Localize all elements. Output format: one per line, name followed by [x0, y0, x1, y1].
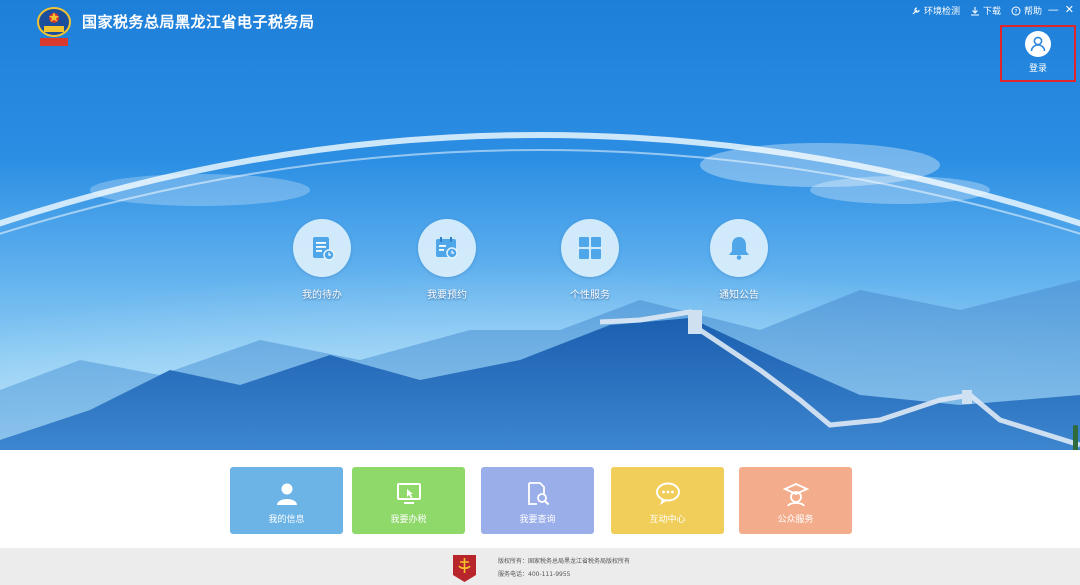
tile-label: 我要查询: [519, 515, 556, 525]
tile-label: 公众服务: [777, 515, 814, 525]
bell-icon: [710, 219, 768, 277]
window-controls: — ✕: [1048, 3, 1074, 16]
top-toolbar: 环境检测 下载 ? 帮助: [911, 4, 1042, 17]
footer: 版权所有：国家税务总局黑龙江省税务局版权所有 服务电话：400-111-9955: [0, 548, 1080, 585]
site-title: 国家税务总局黑龙江省电子税务局: [82, 12, 315, 31]
feature-label: 我的待办: [302, 290, 342, 301]
login-label: 登录: [1028, 64, 1047, 74]
download-label: 下载: [982, 7, 1001, 17]
feature-notices[interactable]: 通知公告: [699, 219, 779, 301]
env-check-label: 环境检测: [923, 7, 960, 17]
help-icon: ?: [1011, 6, 1021, 15]
feature-label: 个性服务: [570, 290, 610, 301]
close-button[interactable]: ✕: [1065, 3, 1074, 16]
chat-icon: [655, 482, 680, 505]
todo-icon: [293, 219, 351, 277]
grid-icon: [561, 219, 619, 277]
tax-logo-icon: [453, 555, 476, 582]
background-illustration: [0, 115, 1080, 450]
tile-handle-tax[interactable]: 我要办税: [352, 467, 465, 534]
tile-interaction[interactable]: 互动中心: [611, 467, 724, 534]
env-check-button[interactable]: 环境检测: [911, 4, 960, 17]
feature-label: 通知公告: [719, 290, 759, 301]
hero-banner: 国家税务总局黑龙江省电子税务局 环境检测 下载 ? 帮助 — ✕ 登录 我的待办…: [0, 0, 1080, 450]
tax-emblem-icon: [37, 7, 71, 46]
brand: 国家税务总局黑龙江省电子税务局: [34, 4, 315, 48]
help-label: 帮助: [1023, 7, 1042, 17]
download-button[interactable]: 下载: [970, 4, 1001, 17]
tile-my-info[interactable]: 我的信息: [230, 467, 343, 534]
tile-label: 互动中心: [649, 515, 686, 525]
calendar-icon: [418, 219, 476, 277]
tile-query[interactable]: 我要查询: [481, 467, 594, 534]
service-tiles: 我的信息 我要办税 我要查询 互动中心 公众服务: [0, 467, 1080, 535]
login-button[interactable]: 登录: [1000, 25, 1076, 82]
service-phone-text: 服务电话：400-111-9955: [498, 571, 571, 578]
help-button[interactable]: ? 帮助: [1011, 4, 1042, 17]
minimize-button[interactable]: —: [1048, 3, 1059, 16]
svg-text:?: ?: [1014, 8, 1017, 15]
tile-label: 我要办税: [390, 515, 427, 525]
user-avatar-icon: [1025, 31, 1051, 57]
user-icon: [276, 483, 297, 505]
footer-text: 版权所有：国家税务总局黑龙江省税务局版权所有 服务电话：400-111-9955: [498, 555, 630, 581]
scroll-handle[interactable]: [1073, 425, 1078, 450]
tile-public-service[interactable]: 公众服务: [739, 467, 852, 534]
feature-label: 我要预约: [427, 290, 467, 301]
wrench-icon: [912, 6, 920, 14]
feature-personal-service[interactable]: 个性服务: [550, 219, 630, 301]
graduate-icon: [782, 483, 809, 507]
monitor-icon: [396, 483, 421, 504]
tile-label: 我的信息: [268, 515, 305, 525]
feature-appointment[interactable]: 我要预约: [407, 219, 487, 301]
download-icon: [970, 6, 979, 16]
feature-my-todo[interactable]: 我的待办: [282, 219, 362, 301]
search-doc-icon: [527, 482, 549, 506]
copyright-text: 版权所有：国家税务总局黑龙江省税务局版权所有: [498, 558, 631, 565]
